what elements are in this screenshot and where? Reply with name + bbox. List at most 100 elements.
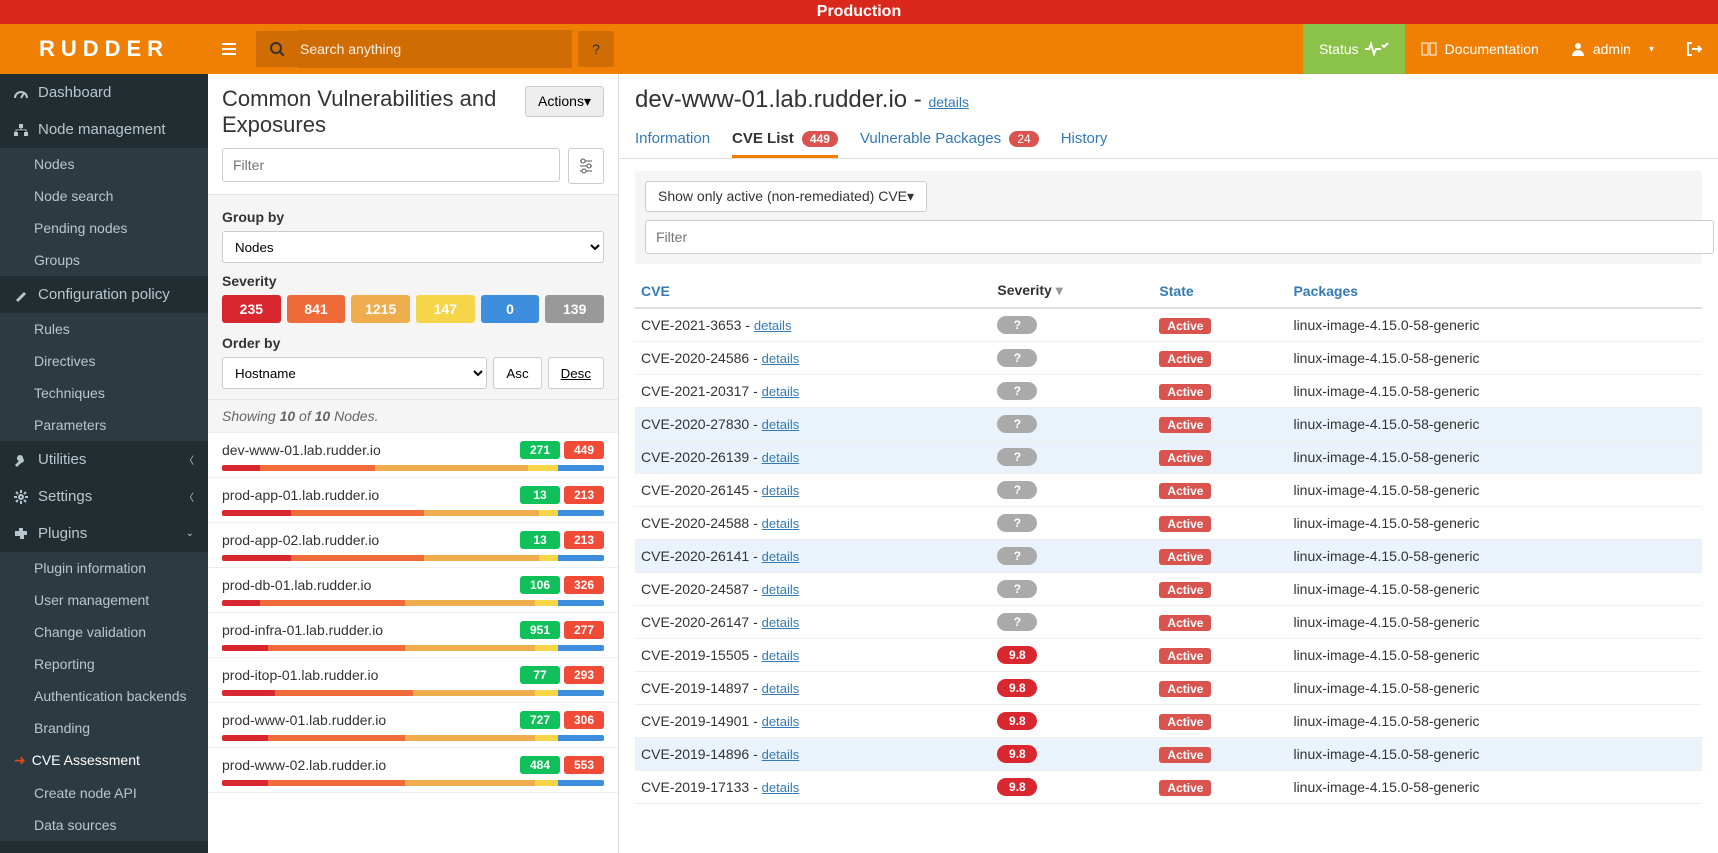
group-by-select[interactable]: Nodes (222, 231, 604, 263)
help-button[interactable]: ? (578, 31, 614, 67)
node-row[interactable]: prod-app-02.lab.rudder.io 13 213 (208, 523, 618, 568)
sidebar-item[interactable]: User management (0, 584, 208, 616)
sidebar-item[interactable]: Groups (0, 244, 208, 276)
node-row[interactable]: prod-www-02.lab.rudder.io 484 553 (208, 748, 618, 793)
nodes-list[interactable]: dev-www-01.lab.rudder.io 271 449 prod-ap… (208, 433, 618, 853)
cve-filter-input[interactable] (645, 220, 1714, 254)
sort-asc-button[interactable]: Asc (493, 357, 541, 389)
cve-details-link[interactable]: details (762, 681, 800, 696)
severity-label: Severity (222, 273, 604, 289)
search-input[interactable] (298, 30, 572, 68)
actions-button[interactable]: Actions▾ (525, 86, 604, 117)
col-severity[interactable]: Severity ▾ (991, 274, 1153, 308)
cve-details-link[interactable]: details (762, 582, 800, 597)
cve-id: CVE-2020-26145 (641, 482, 749, 498)
cve-details-link[interactable]: details (762, 549, 800, 564)
cve-row[interactable]: CVE-2020-27830 - details ? Active linux-… (635, 408, 1702, 441)
sidebar-item[interactable]: Plugin information (0, 552, 208, 584)
severity-filter-pill[interactable]: 139 (545, 295, 604, 323)
user-menu[interactable]: admin ▾ (1555, 24, 1670, 74)
cve-details-link[interactable]: details (762, 714, 800, 729)
cve-details-link[interactable]: details (762, 417, 800, 432)
sidebar-item[interactable]: Create node API (0, 777, 208, 809)
detail-tabs: Information CVE List 449 Vulnerable Pack… (619, 122, 1718, 159)
sidebar-item[interactable]: Pending nodes (0, 212, 208, 244)
cve-row[interactable]: CVE-2020-26147 - details ? Active linux-… (635, 606, 1702, 639)
cve-details-link[interactable]: details (754, 318, 792, 333)
host-details-link[interactable]: details (928, 94, 968, 110)
cve-details-link[interactable]: details (762, 747, 800, 762)
sidebar-dashboard[interactable]: Dashboard (0, 74, 208, 111)
node-row[interactable]: prod-db-01.lab.rudder.io 106 326 (208, 568, 618, 613)
cve-details-link[interactable]: details (762, 780, 800, 795)
sidebar-configuration-policy[interactable]: Configuration policy (0, 276, 208, 313)
tab-vulnerable-packages[interactable]: Vulnerable Packages 24 (860, 122, 1039, 158)
sidebar-item[interactable]: Reporting (0, 648, 208, 680)
cve-row[interactable]: CVE-2021-20317 - details ? Active linux-… (635, 375, 1702, 408)
cve-details-link[interactable]: details (762, 351, 800, 366)
sidebar-item[interactable]: Techniques (0, 377, 208, 409)
node-row[interactable]: prod-www-01.lab.rudder.io 727 306 (208, 703, 618, 748)
sidebar-item[interactable]: Branding (0, 712, 208, 744)
cve-details-link[interactable]: details (762, 483, 800, 498)
cve-row[interactable]: CVE-2020-26141 - details ? Active linux-… (635, 540, 1702, 573)
cve-row[interactable]: CVE-2020-24588 - details ? Active linux-… (635, 507, 1702, 540)
node-cve-badge: 213 (564, 531, 604, 549)
sidebar-item[interactable]: Data sources (0, 809, 208, 841)
sidebar-item[interactable]: Change validation (0, 616, 208, 648)
col-state[interactable]: State (1153, 274, 1287, 308)
sort-desc-button[interactable]: Desc (548, 357, 604, 389)
severity-filter-pill[interactable]: 235 (222, 295, 281, 323)
documentation-link[interactable]: Documentation (1405, 24, 1555, 74)
sidebar-item[interactable]: Nodes (0, 148, 208, 180)
sidebar-settings[interactable]: Settings 〈 (0, 478, 208, 515)
logout-button[interactable] (1670, 24, 1718, 74)
cve-row[interactable]: CVE-2019-14897 - details 9.8 Active linu… (635, 672, 1702, 705)
sidebar-item[interactable]: Node search (0, 180, 208, 212)
cve-row[interactable]: CVE-2020-24587 - details ? Active linux-… (635, 573, 1702, 606)
sidebar-item[interactable]: CVE Assessment (0, 744, 208, 777)
node-row[interactable]: prod-infra-01.lab.rudder.io 951 277 (208, 613, 618, 658)
cve-row[interactable]: CVE-2020-26145 - details ? Active linux-… (635, 474, 1702, 507)
detail-title: dev-www-01.lab.rudder.io - details (635, 86, 1702, 114)
cve-row[interactable]: CVE-2019-17133 - details 9.8 Active linu… (635, 771, 1702, 804)
severity-filter-pill[interactable]: 841 (287, 295, 346, 323)
sidebar-plugins[interactable]: Plugins ⌄ (0, 515, 208, 552)
cve-row[interactable]: CVE-2019-15505 - details 9.8 Active linu… (635, 639, 1702, 672)
tab-information[interactable]: Information (635, 122, 710, 158)
node-row[interactable]: prod-app-01.lab.rudder.io 13 213 (208, 478, 618, 523)
severity-filter-pill[interactable]: 1215 (351, 295, 410, 323)
sidebar-item[interactable]: Parameters (0, 409, 208, 441)
col-cve[interactable]: CVE (635, 274, 991, 308)
tab-cve-list[interactable]: CVE List 449 (732, 122, 838, 158)
cve-row[interactable]: CVE-2020-24586 - details ? Active linux-… (635, 342, 1702, 375)
state-badge: Active (1159, 450, 1211, 466)
tab-history[interactable]: History (1061, 122, 1108, 158)
status-indicator[interactable]: Status (1303, 24, 1405, 74)
cve-details-link[interactable]: details (762, 384, 800, 399)
sidebar-node-management[interactable]: Node management (0, 111, 208, 148)
severity-filter-pill[interactable]: 0 (481, 295, 540, 323)
sidebar-item[interactable]: Rules (0, 313, 208, 345)
cve-details-link[interactable]: details (762, 615, 800, 630)
cve-row[interactable]: CVE-2021-3653 - details ? Active linux-i… (635, 308, 1702, 342)
filter-settings-button[interactable] (568, 148, 604, 184)
sidebar-item[interactable]: Authentication backends (0, 680, 208, 712)
severity-filter-pill[interactable]: 147 (416, 295, 475, 323)
node-row[interactable]: prod-itop-01.lab.rudder.io 77 293 (208, 658, 618, 703)
cve-row[interactable]: CVE-2019-14901 - details 9.8 Active linu… (635, 705, 1702, 738)
brand-logo[interactable]: RUDDER (0, 24, 208, 74)
sidebar-utilities[interactable]: Utilities 〈 (0, 441, 208, 478)
cve-details-link[interactable]: details (762, 648, 800, 663)
node-filter-input[interactable] (222, 148, 560, 182)
col-packages[interactable]: Packages (1287, 274, 1702, 308)
sidebar-item[interactable]: Directives (0, 345, 208, 377)
sidebar-toggle-button[interactable] (208, 43, 250, 55)
cve-details-link[interactable]: details (762, 516, 800, 531)
cve-state-filter-dropdown[interactable]: Show only active (non-remediated) CVE▾ (645, 181, 927, 212)
cve-row[interactable]: CVE-2019-14896 - details 9.8 Active linu… (635, 738, 1702, 771)
order-by-select[interactable]: Hostname (222, 357, 487, 389)
cve-details-link[interactable]: details (762, 450, 800, 465)
node-row[interactable]: dev-www-01.lab.rudder.io 271 449 (208, 433, 618, 478)
cve-row[interactable]: CVE-2020-26139 - details ? Active linux-… (635, 441, 1702, 474)
